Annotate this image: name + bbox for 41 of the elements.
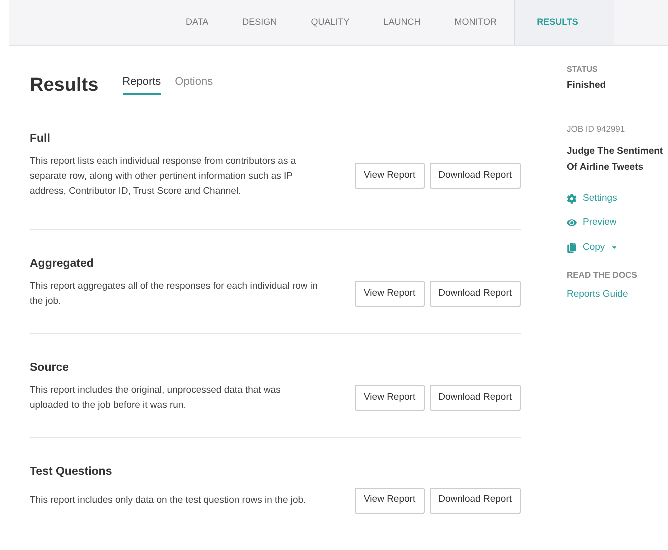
status-label: STATUS: [567, 64, 599, 76]
report-description: This report includes the original, unprocessed data that was uploaded to the job before it was run.: [30, 384, 282, 414]
download-report-button[interactable]: Download Report: [430, 163, 521, 190]
report-description: This report includes only data on the test question rows in the job.: [30, 494, 308, 508]
reports-guide-link[interactable]: Reports Guide: [567, 288, 667, 302]
tab[interactable]: Options: [175, 74, 214, 94]
view-report-button[interactable]: View Report: [355, 385, 425, 412]
gear-icon: [567, 194, 577, 204]
caret-icon: [611, 244, 618, 252]
status-value: Finished: [567, 79, 608, 93]
copy-icon: [567, 242, 577, 253]
report-title: Aggregated: [30, 256, 95, 272]
nav-step[interactable]: MONITOR: [438, 0, 514, 45]
link-label: Copy: [583, 240, 606, 254]
tab[interactable]: Reports: [122, 74, 162, 94]
nav-step[interactable]: QUALITY: [294, 0, 367, 45]
report-title: Test Questions: [30, 465, 114, 480]
job-name: Judge The Sentiment Of Airline Tweets: [567, 145, 664, 175]
eye-icon: [567, 218, 577, 228]
download-report-button[interactable]: Download Report: [430, 385, 521, 412]
page-title: Results: [30, 76, 99, 94]
link-label: Settings: [583, 192, 618, 206]
link-label: Preview: [583, 216, 617, 230]
nav-step[interactable]: DESIGN: [226, 0, 294, 45]
report-description: This report lists each individual response from contributors as a separate row, along with other pertinent information such as IP address, Contributor ID, Trust Score and Channel.: [30, 154, 298, 199]
download-report-button[interactable]: Download Report: [430, 281, 521, 307]
nav-step[interactable]: LAUNCH: [366, 0, 438, 45]
view-report-button[interactable]: View Report: [355, 488, 425, 514]
sidebar-link[interactable]: Settings: [567, 192, 667, 206]
view-report-button[interactable]: View Report: [355, 281, 425, 307]
download-report-button[interactable]: Download Report: [430, 488, 521, 514]
sidebar-link[interactable]: Copy: [567, 240, 667, 255]
report-title: Full: [30, 132, 52, 146]
nav-step[interactable]: DATA: [169, 0, 226, 45]
job-id: JOB ID 942991: [567, 123, 626, 136]
sidebar-link[interactable]: Preview: [567, 216, 667, 230]
docs-label: READ THE DOCS: [567, 268, 638, 282]
view-report-button[interactable]: View Report: [355, 163, 425, 190]
report-title: Source: [30, 361, 70, 376]
report-description: This report aggregates all of the responses for each individual row in the job.: [30, 280, 319, 309]
nav-step[interactable]: RESULTS: [514, 0, 614, 45]
